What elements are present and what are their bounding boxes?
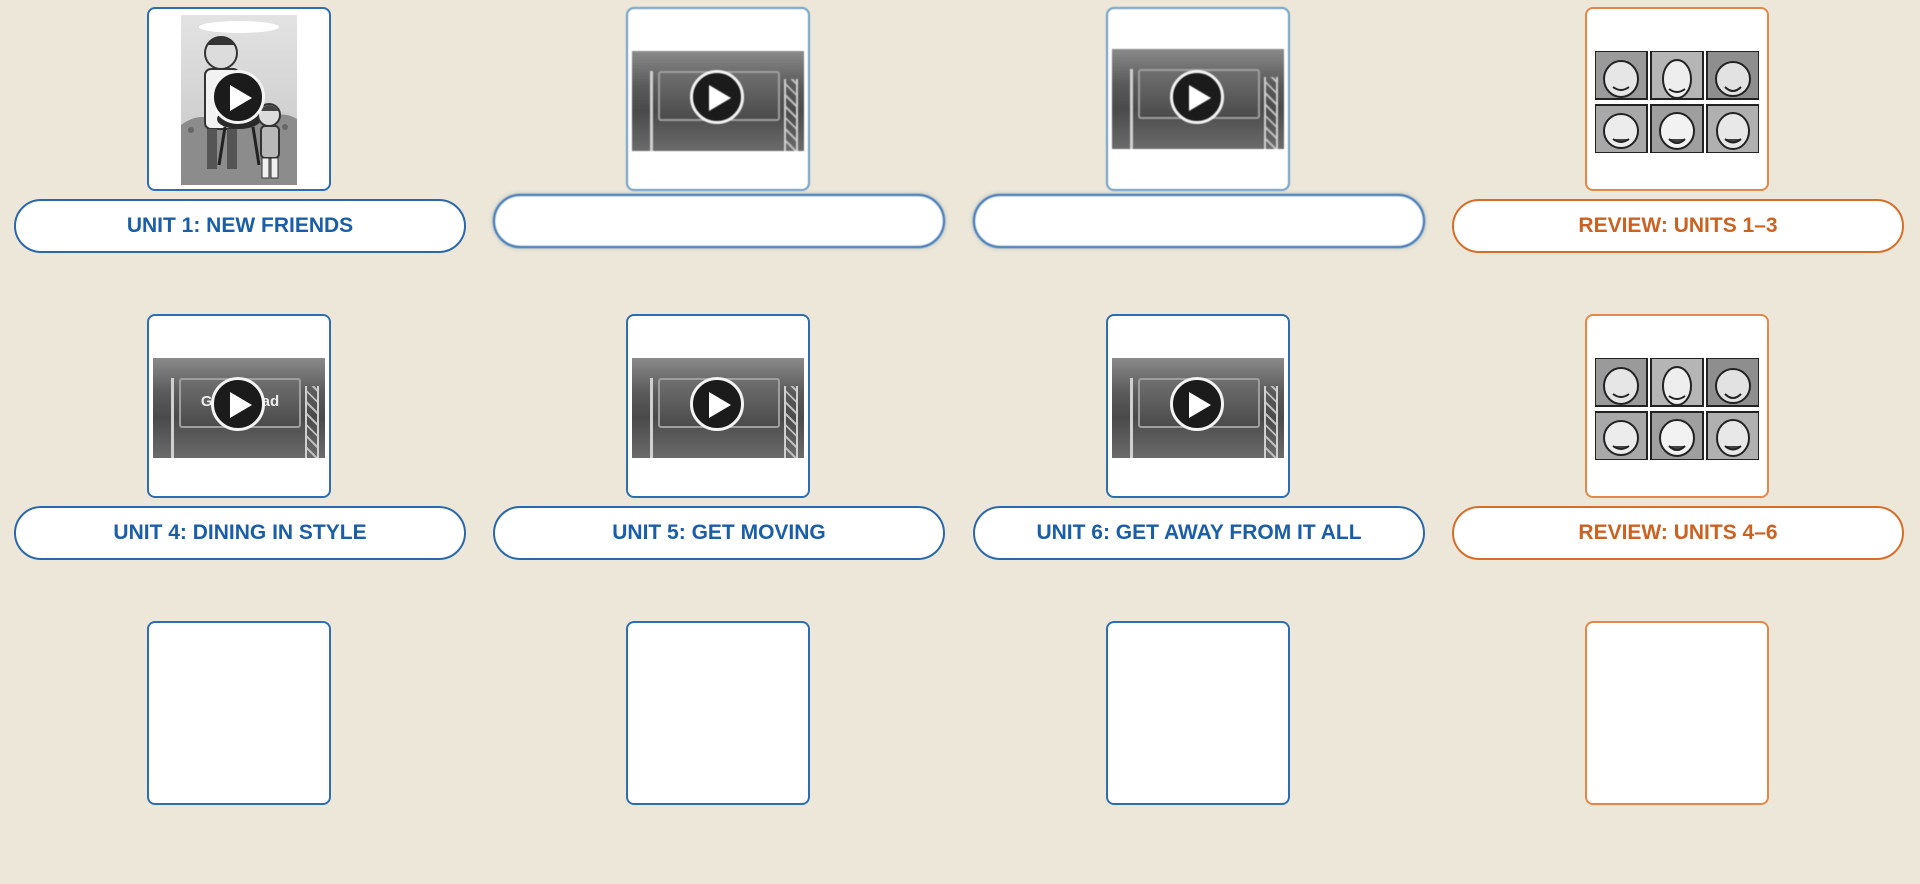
play-icon: [230, 392, 252, 418]
play-icon: [1189, 392, 1211, 418]
unit-thumbnail[interactable]: [1106, 621, 1290, 805]
sign-truss: [305, 386, 319, 458]
review-units-1-3-button[interactable]: REVIEW: UNITS 1–3: [1452, 199, 1904, 253]
play-icon: [709, 392, 731, 418]
sign-truss: [784, 79, 798, 151]
play-icon: [230, 85, 252, 111]
play-button[interactable]: [211, 377, 265, 431]
unit-3-button[interactable]: [973, 194, 1425, 248]
unit-card: [14, 614, 466, 884]
unit-thumbnail[interactable]: Goi es: [1106, 7, 1290, 191]
play-button[interactable]: [690, 70, 744, 124]
unit-thumbnail[interactable]: [626, 621, 810, 805]
unit-card: [493, 614, 945, 884]
unit-thumbnail[interactable]: Go es: [626, 314, 810, 498]
sign-truss: [1264, 386, 1278, 458]
play-icon: [1189, 85, 1211, 111]
unit-card: UNIT 1: NEW FRIENDS: [14, 0, 466, 270]
unit-card: [973, 614, 1425, 884]
sign-post: [171, 378, 174, 458]
sign-post: [650, 378, 653, 458]
unit-5-button[interactable]: UNIT 5: GET MOVING: [493, 506, 945, 560]
sign-post: [1130, 378, 1133, 458]
play-button[interactable]: [211, 70, 265, 124]
unit-2-button[interactable]: [493, 194, 945, 248]
unit-grid: UNIT 1: NEW FRIENDS T y Goi es: [0, 0, 1920, 805]
review-card: REVIEW: UNITS 1–3: [1452, 0, 1904, 270]
review-units-4-6-button[interactable]: REVIEW: UNITS 4–6: [1452, 506, 1904, 560]
sign-truss: [1264, 77, 1278, 149]
play-button[interactable]: [1170, 70, 1224, 124]
review-thumbnail[interactable]: [1585, 314, 1769, 498]
unit-thumbnail[interactable]: T y: [626, 7, 810, 191]
review-thumbnail[interactable]: [1585, 621, 1769, 805]
sign-truss: [784, 386, 798, 458]
unit-card: Good head UNIT 4: DINING IN STYLE: [14, 307, 466, 577]
review-thumbnail[interactable]: [1585, 7, 1769, 191]
play-icon: [709, 85, 731, 111]
unit-thumbnail[interactable]: [147, 621, 331, 805]
unit-thumbnail[interactable]: Pea iet: [1106, 314, 1290, 498]
review-card: REVIEW: UNITS 4–6: [1452, 307, 1904, 577]
unit-card: Goi es: [973, 0, 1425, 270]
unit-thumbnail[interactable]: Good head: [147, 314, 331, 498]
unit-thumbnail[interactable]: [147, 7, 331, 191]
unit-card: Go es UNIT 5: GET MOVING: [493, 307, 945, 577]
unit-card: T y: [493, 0, 945, 270]
review-card: [1452, 614, 1904, 884]
play-button[interactable]: [1170, 377, 1224, 431]
comic-faces: [1595, 358, 1759, 460]
sign-post: [650, 71, 653, 151]
unit-card: Pea iet UNIT 6: GET AWAY FROM IT ALL: [973, 307, 1425, 577]
comic-faces: [1595, 51, 1759, 153]
sign-post: [1130, 69, 1133, 149]
play-button[interactable]: [690, 377, 744, 431]
unit-4-button[interactable]: UNIT 4: DINING IN STYLE: [14, 506, 466, 560]
unit-6-button[interactable]: UNIT 6: GET AWAY FROM IT ALL: [973, 506, 1425, 560]
unit-1-button[interactable]: UNIT 1: NEW FRIENDS: [14, 199, 466, 253]
